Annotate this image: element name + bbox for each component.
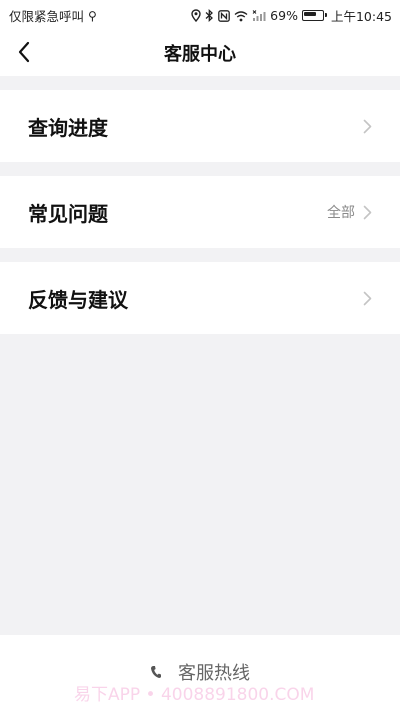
chevron-right-icon bbox=[363, 291, 372, 306]
bluetooth-icon bbox=[205, 9, 214, 22]
menu-item-extra-all: 全部 bbox=[327, 205, 355, 221]
menu-item-label: 常见问题 bbox=[28, 201, 108, 226]
menu-item-query-progress[interactable]: 查询进度 bbox=[0, 90, 400, 162]
phone-icon bbox=[150, 665, 162, 679]
nav-bar: 客服中心 bbox=[0, 28, 400, 76]
battery-icon bbox=[301, 10, 327, 21]
menu-item-label: 查询进度 bbox=[28, 115, 108, 140]
menu-list: 查询进度 常见问题 全部 反馈与建议 bbox=[0, 90, 400, 348]
status-left: 仅限紧急呼叫 ⚲ bbox=[9, 6, 97, 25]
nfc-icon bbox=[218, 9, 231, 22]
page-title: 客服中心 bbox=[164, 44, 236, 65]
emergency-call-text: 仅限紧急呼叫 bbox=[9, 9, 85, 24]
chevron-right-icon bbox=[363, 119, 372, 134]
usb-icon: ⚲ bbox=[88, 8, 97, 23]
chevron-right-icon bbox=[363, 205, 372, 220]
menu-item-feedback[interactable]: 反馈与建议 bbox=[0, 262, 400, 334]
status-time: 上午10:45 bbox=[330, 9, 392, 24]
status-bar: 仅限紧急呼叫 ⚲ 69% 上午10:45 bbox=[0, 0, 400, 28]
watermark: 易下APP • 4008891800.COM bbox=[74, 685, 315, 705]
status-right: 69% 上午10:45 bbox=[191, 6, 392, 25]
menu-item-faq[interactable]: 常见问题 全部 bbox=[0, 176, 400, 248]
menu-item-label: 反馈与建议 bbox=[28, 287, 128, 312]
location-icon bbox=[191, 9, 201, 22]
battery-percent: 69% bbox=[270, 8, 298, 23]
wifi-icon bbox=[234, 10, 248, 22]
signal-icon bbox=[252, 9, 266, 22]
